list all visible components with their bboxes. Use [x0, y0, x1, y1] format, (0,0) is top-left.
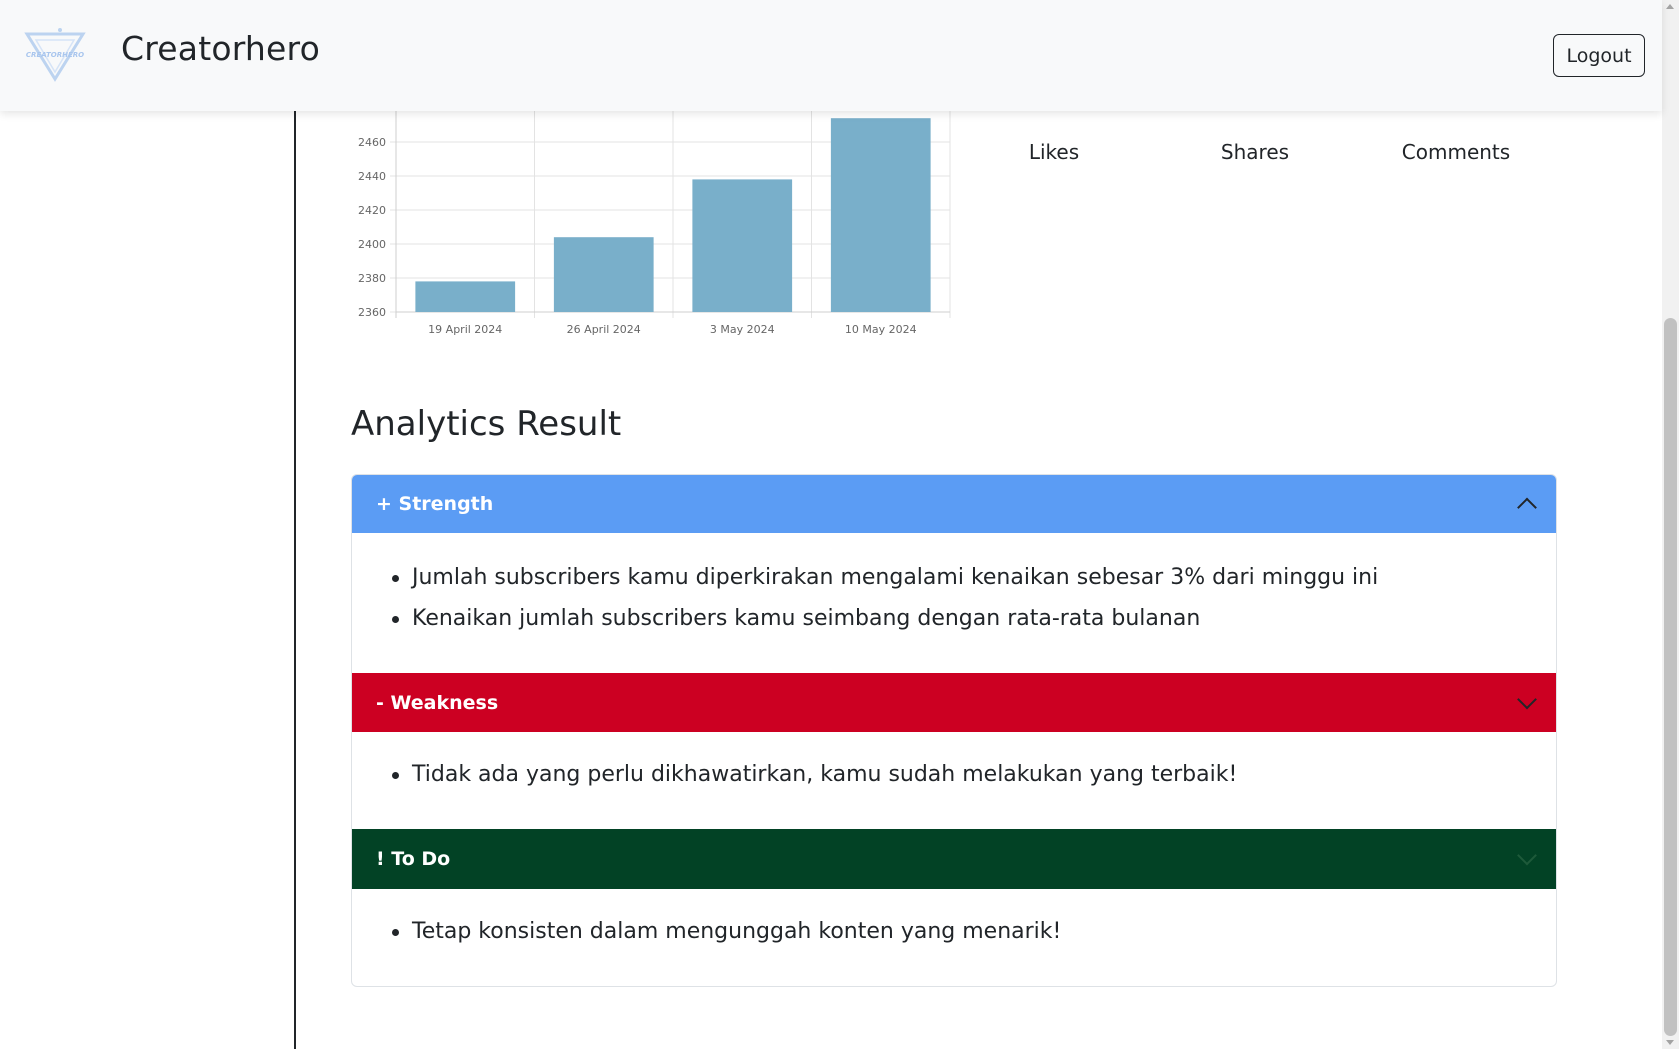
- x-tick-label: 3 May 2024: [710, 323, 775, 336]
- bar[interactable]: [830, 118, 931, 312]
- bar[interactable]: [415, 281, 516, 312]
- todo-header-label: ! To Do: [376, 848, 451, 870]
- analytics-accordion: + Strength Jumlah subscribers kamu diper…: [351, 474, 1557, 987]
- analytics-title: Analytics Result: [351, 404, 622, 444]
- y-tick-label: 2460: [358, 136, 386, 149]
- x-tick-label: 10 May 2024: [845, 323, 917, 336]
- list-item: Tetap konsisten dalam mengunggah konten …: [392, 911, 1556, 952]
- y-tick-label: 2420: [358, 204, 386, 217]
- strength-header-label: + Strength: [376, 493, 494, 515]
- bar-chart-svg: 2360 2380 2400 2420 2440 2460 19 April 2024 26 …: [358, 111, 951, 336]
- chevron-down-icon: [1517, 845, 1537, 866]
- logo-text: CREATORHERO: [26, 51, 84, 59]
- chevron-down-icon: [1517, 689, 1537, 709]
- list-item: Jumlah subscribers kamu diperkirakan men…: [392, 557, 1556, 598]
- weakness-header[interactable]: - Weakness: [352, 673, 1556, 732]
- todo-header[interactable]: ! To Do: [352, 829, 1556, 889]
- logo-icon[interactable]: CREATORHERO: [24, 26, 86, 83]
- scroll-down-arrow-icon[interactable]: [1666, 1040, 1674, 1045]
- list-item: Kenaikan jumlah subscribers kamu seimban…: [392, 598, 1556, 639]
- x-tick-label: 19 April 2024: [428, 323, 502, 336]
- y-tick-label: 2360: [358, 306, 386, 319]
- strength-body: Jumlah subscribers kamu diperkirakan men…: [352, 533, 1556, 673]
- navbar: CREATORHERO Creatorhero Logout: [0, 0, 1662, 111]
- y-tick-label: 2400: [358, 238, 386, 251]
- scrollbar-thumb[interactable]: [1664, 318, 1677, 1036]
- logout-button[interactable]: Logout: [1553, 34, 1645, 77]
- chevron-up-icon: [1517, 497, 1537, 518]
- bar[interactable]: [692, 179, 793, 312]
- bar[interactable]: [553, 237, 654, 312]
- likes-label: Likes: [1028, 140, 1080, 164]
- vertical-scrollbar[interactable]: [1662, 0, 1679, 1049]
- x-tick-label: 26 April 2024: [567, 323, 641, 336]
- scroll-up-arrow-icon[interactable]: [1666, 4, 1674, 9]
- shares-label: Shares: [1220, 140, 1290, 164]
- todo-body: Tetap konsisten dalam mengunggah konten …: [352, 889, 1556, 986]
- strength-header[interactable]: + Strength: [352, 475, 1556, 533]
- list-item: Tidak ada yang perlu dikhawatirkan, kamu…: [392, 754, 1556, 795]
- subscribers-chart: 2360 2380 2400 2420 2440 2460 19 April 2024 26 …: [340, 111, 960, 341]
- y-tick-label: 2380: [358, 272, 386, 285]
- brand-name[interactable]: Creatorhero: [121, 29, 320, 68]
- y-tick-label: 2440: [358, 170, 386, 183]
- sidebar-divider: [294, 111, 296, 1049]
- comments-label: Comments: [1401, 140, 1511, 164]
- weakness-body: Tidak ada yang perlu dikhawatirkan, kamu…: [352, 732, 1556, 829]
- weakness-header-label: - Weakness: [376, 691, 499, 714]
